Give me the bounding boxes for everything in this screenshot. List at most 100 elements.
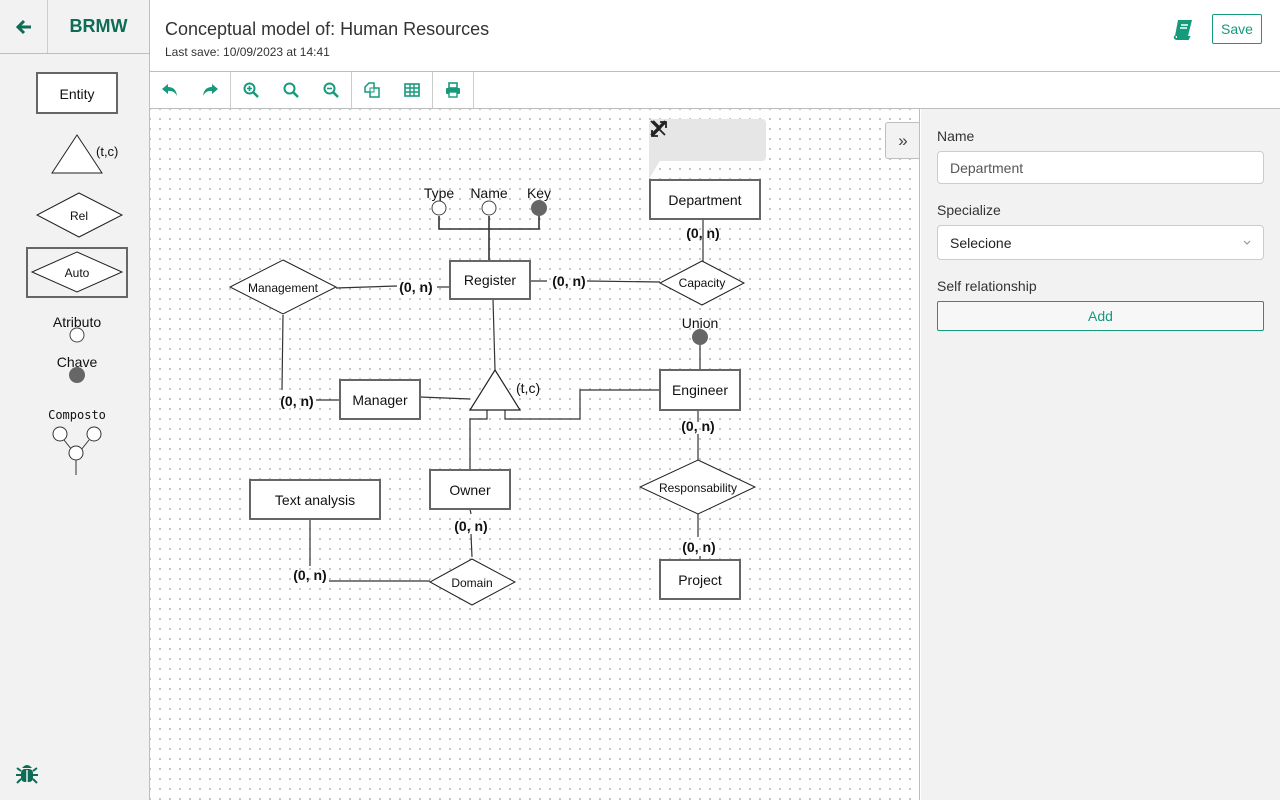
specialization-label: (t,c) — [516, 380, 540, 396]
cardinality-label: (0, n) — [454, 518, 487, 534]
palette-key-label: Chave — [56, 354, 98, 370]
specialize-value: Selecione — [950, 234, 1012, 251]
attribute-key[interactable] — [531, 200, 547, 216]
diagram-canvas[interactable]: Type Name Key Union Department Register … — [150, 109, 920, 800]
attribute-key-label: Key — [527, 185, 551, 201]
print-group — [433, 72, 474, 108]
app-brand: BRMW — [69, 16, 128, 36]
cardinality-label: (0, n) — [399, 279, 432, 295]
entity-project[interactable]: Project — [659, 559, 741, 600]
cardinality-label: (0, n) — [552, 273, 585, 289]
last-save-text: Last save: 10/09/2023 at 14:41 — [165, 45, 330, 59]
entity-manager[interactable]: Manager — [339, 379, 421, 420]
bug-report-button[interactable] — [14, 760, 40, 791]
book-icon — [1173, 20, 1192, 40]
relationship-domain-label: Domain — [451, 576, 492, 590]
relationship-responsability[interactable]: Responsability — [638, 459, 757, 515]
next-button[interactable] — [652, 120, 758, 155]
bug-icon — [16, 765, 38, 784]
zoom-in-button[interactable] — [231, 72, 271, 108]
popover-tail — [649, 159, 661, 179]
relationship-capacity-label: Capacity — [679, 276, 726, 290]
cardinality-label: (0, n) — [686, 225, 719, 241]
entity-owner-label: Owner — [449, 482, 491, 498]
table-icon — [404, 83, 420, 97]
attribute-name[interactable] — [481, 200, 497, 216]
entity-department[interactable]: Department — [649, 179, 761, 220]
back-button[interactable] — [0, 0, 48, 53]
palette-attribute[interactable] — [69, 327, 85, 343]
table-view-button[interactable] — [392, 72, 432, 108]
entity-owner[interactable]: Owner — [429, 469, 511, 510]
entity-department-label: Department — [668, 192, 741, 208]
redo-icon — [203, 84, 218, 96]
toggle-panel-button[interactable]: » — [885, 122, 919, 159]
palette-specialization-label: (t,c) — [96, 144, 119, 159]
documentation-button[interactable] — [1172, 18, 1194, 45]
page-title: Conceptual model of: Human Resources — [165, 19, 490, 39]
cardinality-label: (0, n) — [682, 539, 715, 555]
entity-engineer[interactable]: Engineer — [659, 369, 741, 411]
print-button[interactable] — [433, 72, 473, 108]
er-diagram: Type Name Key Union Department Register … — [228, 179, 761, 606]
relationship-management-label: Management — [248, 281, 319, 295]
palette-composite-label: Composto — [48, 408, 106, 422]
search-icon — [283, 82, 299, 98]
properties-panel: Name Specialize Selecione Self relations… — [921, 109, 1280, 800]
copy-icon — [364, 82, 380, 98]
cardinality-label: (0, n) — [293, 567, 326, 583]
cardinality-label: (0, n) — [280, 393, 313, 409]
name-label: Name — [937, 128, 975, 144]
undo-button[interactable] — [150, 72, 190, 108]
chevron-down-icon — [1243, 240, 1251, 245]
palette-self-relationship-label: Auto — [64, 266, 90, 280]
view-group — [352, 72, 433, 108]
zoom-group — [231, 72, 352, 108]
add-self-relationship-button[interactable]: Add — [937, 301, 1264, 331]
palette-composite[interactable] — [52, 426, 102, 475]
zoom-out-icon — [323, 82, 339, 98]
element-actions-popover — [649, 119, 766, 161]
relationship-responsability-label: Responsability — [659, 481, 737, 495]
attribute-union[interactable] — [692, 329, 708, 345]
entity-project-label: Project — [678, 572, 722, 588]
cardinality-label: (0, n) — [681, 418, 714, 434]
specialization-triangle[interactable] — [468, 368, 522, 411]
toolbar — [150, 72, 1280, 109]
print-icon — [446, 82, 460, 98]
undo-icon — [162, 84, 177, 96]
attribute-name-label: Name — [470, 185, 508, 201]
specialize-select[interactable]: Selecione — [937, 225, 1264, 260]
specialize-label: Specialize — [937, 202, 1001, 218]
entity-register[interactable]: Register — [449, 260, 531, 300]
zoom-in-icon — [243, 82, 259, 98]
zoom-out-button[interactable] — [311, 72, 351, 108]
palette-specialization[interactable] — [51, 134, 103, 174]
redo-button[interactable] — [190, 72, 230, 108]
attribute-union-label: Union — [682, 315, 719, 331]
element-palette: BRMW Entity (t,c) Rel Auto Atributo Chav… — [0, 0, 150, 800]
palette-relationship-label: Rel — [69, 209, 88, 223]
arrow-left-icon — [15, 19, 31, 34]
relationship-capacity[interactable]: Capacity — [658, 260, 746, 306]
entity-engineer-label: Engineer — [672, 382, 728, 398]
history-group — [150, 72, 231, 108]
name-input[interactable] — [937, 151, 1264, 184]
palette-entity-label: Entity — [59, 86, 95, 102]
relationship-domain[interactable]: Domain — [428, 558, 517, 606]
attribute-type[interactable] — [431, 200, 447, 216]
self-relationship-label: Self relationship — [937, 278, 1037, 294]
entity-manager-label: Manager — [352, 392, 408, 408]
chevron-right-icon — [652, 120, 662, 136]
save-button[interactable]: Save — [1212, 14, 1262, 44]
relationship-management[interactable]: Management — [228, 259, 338, 315]
entity-text-analysis[interactable]: Text analysis — [249, 479, 381, 520]
double-chevron-right-icon: » — [898, 130, 908, 150]
attribute-type-label: Type — [424, 185, 455, 201]
palette-attribute-label: Atributo — [52, 314, 102, 330]
header: Conceptual model of: Human Resources Las… — [150, 0, 1280, 72]
zoom-reset-button[interactable] — [271, 72, 311, 108]
entity-text-analysis-label: Text analysis — [275, 492, 355, 508]
duplicate-button[interactable] — [352, 72, 392, 108]
delete-button[interactable] — [650, 120, 723, 155]
